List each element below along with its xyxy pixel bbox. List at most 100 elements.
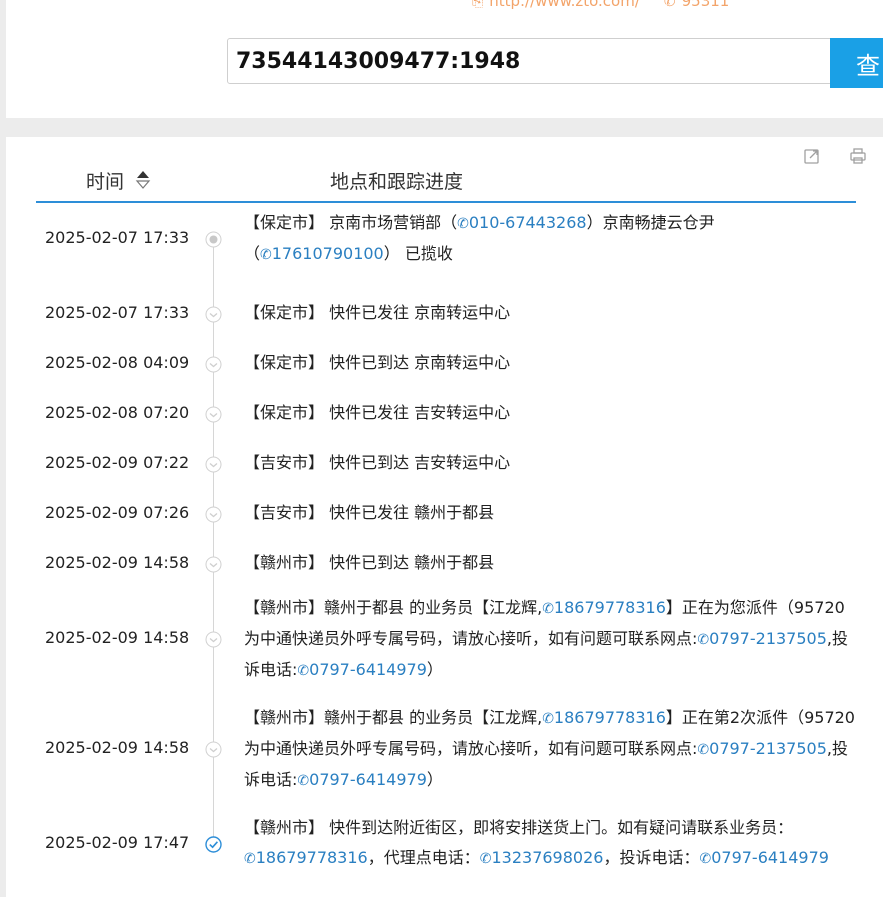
table-header: 时间 地点和跟踪进度 — [36, 161, 856, 203]
event-text: 【赣州市】 快件已到达 赣州于都县 — [244, 553, 495, 572]
phone-link[interactable]: ✆010-67443268 — [457, 213, 586, 232]
hotline-number[interactable]: 95311 — [682, 0, 730, 10]
search-button[interactable]: 查 — [830, 38, 883, 88]
event-text: 【吉安市】 快件已发往 赣州于都县 — [244, 503, 495, 522]
transit-status-icon — [205, 506, 222, 523]
transit-status-icon — [205, 631, 222, 648]
event-text: ，投诉电话： — [603, 848, 700, 867]
phone-number[interactable]: 18679778316 — [554, 598, 666, 617]
phone-icon: ✆ — [699, 851, 712, 867]
tracking-row: 2025-02-08 04:09 【保定市】 快件已到达 京南转运中心 — [6, 348, 883, 378]
search-panel: ⎘ http://www.zto.com/ ✆ 95311 — [6, 0, 883, 118]
phone-icon: ✆ — [260, 247, 272, 263]
event-description: 【赣州市】 快件到达附近街区，即将安排送货上门。如有疑问请联系业务员：✆1867… — [244, 813, 856, 874]
event-time: 2025-02-09 14:58 — [45, 553, 190, 572]
event-text: ） — [426, 660, 443, 679]
phone-icon: ✆ — [542, 711, 554, 727]
sort-icon[interactable] — [135, 168, 151, 192]
tracking-row: 2025-02-09 07:22 【吉安市】 快件已到达 吉安转运中心 — [6, 448, 883, 478]
phone-number[interactable]: 0797-6414979 — [309, 770, 427, 789]
phone-number[interactable]: 0797-2137505 — [709, 739, 827, 758]
event-time: 2025-02-09 07:22 — [45, 453, 190, 472]
phone-link[interactable]: ✆18679778316 — [542, 598, 666, 617]
tracking-row: 2025-02-07 17:33 【保定市】 快件已发往 京南转运中心 — [6, 298, 883, 328]
link-icon: ⎘ — [472, 0, 484, 10]
phone-number[interactable]: 010-67443268 — [469, 213, 587, 232]
phone-link[interactable]: ✆0797-6414979 — [297, 770, 426, 789]
event-time: 2025-02-09 14:58 — [45, 738, 190, 757]
phone-icon: ✆ — [457, 216, 469, 232]
phone-icon: ✆ — [479, 851, 492, 867]
event-text: ） — [426, 770, 443, 789]
phone-number[interactable]: 0797-2137505 — [709, 629, 827, 648]
event-description: 【赣州市】 快件已到达 赣州于都县 — [244, 548, 856, 578]
website-link[interactable]: http://www.zto.com/ — [489, 0, 640, 10]
event-text: ，代理点电话： — [367, 848, 480, 867]
event-description: 【保定市】 快件已到达 京南转运中心 — [244, 348, 856, 378]
tracking-row: 2025-02-08 07:20 【保定市】 快件已发往 吉安转运中心 — [6, 398, 883, 428]
phone-number[interactable]: 18679778316 — [554, 708, 666, 727]
event-time: 2025-02-09 17:47 — [45, 833, 190, 852]
event-text: ） 已揽收 — [383, 244, 453, 263]
collected-status-icon — [205, 231, 222, 248]
tracking-row: 2025-02-09 14:58 【赣州市】赣州于都县 的业务员【江龙辉,✆186… — [6, 703, 883, 793]
tracking-row: 2025-02-09 17:47 【赣州市】 快件到达附近街区，即将安排送货上门。… — [6, 813, 883, 873]
event-description: 【吉安市】 快件已到达 吉安转运中心 — [244, 448, 856, 478]
event-time: 2025-02-09 07:26 — [45, 503, 190, 522]
phone-link[interactable]: ✆18679778316 — [244, 848, 368, 867]
phone-number[interactable]: 18679778316 — [256, 848, 368, 867]
event-description: 【保定市】 快件已发往 京南转运中心 — [244, 298, 856, 328]
phone-link[interactable]: ✆0797-6414979 — [699, 848, 828, 867]
phone-icon: ✆ — [663, 0, 676, 10]
event-time: 2025-02-09 14:58 — [45, 628, 190, 647]
tracking-number-input[interactable] — [228, 39, 834, 83]
event-time: 2025-02-08 04:09 — [45, 353, 190, 372]
event-text: 【赣州市】赣州于都县 的业务员【江龙辉, — [244, 708, 543, 727]
phone-link[interactable]: ✆0797-6414979 — [297, 660, 426, 679]
phone-icon: ✆ — [297, 663, 310, 679]
tracking-row: 2025-02-09 14:58 【赣州市】赣州于都县 的业务员【江龙辉,✆186… — [6, 593, 883, 683]
time-column-header[interactable]: 时间 — [86, 167, 124, 194]
event-time: 2025-02-07 17:33 — [45, 228, 190, 247]
contact-bar: ⎘ http://www.zto.com/ ✆ 95311 — [472, 0, 729, 14]
event-description: 【赣州市】赣州于都县 的业务员【江龙辉,✆18679778316】正在第2次派件… — [244, 703, 856, 796]
transit-status-icon — [205, 456, 222, 473]
tracking-row: 2025-02-09 07:26 【吉安市】 快件已发往 赣州于都县 — [6, 498, 883, 528]
event-description: 【保定市】 快件已发往 吉安转运中心 — [244, 398, 856, 428]
search-box — [227, 38, 835, 84]
phone-link[interactable]: ✆17610790100 — [260, 244, 384, 263]
tracking-result-panel: 时间 地点和跟踪进度 2025-02-07 17:33 【保定市】 京南市场营销部… — [6, 137, 883, 897]
phone-number[interactable]: 0797-6414979 — [309, 660, 427, 679]
phone-icon: ✆ — [542, 601, 554, 617]
transit-status-icon — [205, 741, 222, 758]
event-text: 【保定市】 京南市场营销部（ — [244, 213, 458, 232]
place-column-header: 地点和跟踪进度 — [330, 171, 464, 193]
tracking-row: 2025-02-07 17:33 【保定市】 京南市场营销部（✆010-67443… — [6, 208, 883, 268]
phone-number[interactable]: 13237698026 — [491, 848, 603, 867]
event-time: 2025-02-07 17:33 — [45, 303, 190, 322]
transit-status-icon — [205, 306, 222, 323]
event-text: 【保定市】 快件已发往 京南转运中心 — [244, 303, 511, 322]
event-text: 【保定市】 快件已发往 吉安转运中心 — [244, 403, 511, 422]
transit-status-icon — [205, 356, 222, 373]
tracking-row: 2025-02-09 14:58 【赣州市】 快件已到达 赣州于都县 — [6, 548, 883, 578]
phone-number[interactable]: 17610790100 — [272, 244, 384, 263]
delivering-status-icon — [205, 836, 222, 853]
phone-number[interactable]: 0797-6414979 — [711, 848, 829, 867]
event-description: 【吉安市】 快件已发往 赣州于都县 — [244, 498, 856, 528]
phone-link[interactable]: ✆0797-2137505 — [697, 629, 826, 648]
transit-status-icon — [205, 556, 222, 573]
phone-icon: ✆ — [697, 632, 710, 648]
transit-status-icon — [205, 406, 222, 423]
event-text: 【吉安市】 快件已到达 吉安转运中心 — [244, 453, 511, 472]
event-text: 【保定市】 快件已到达 京南转运中心 — [244, 353, 511, 372]
phone-link[interactable]: ✆0797-2137505 — [697, 739, 826, 758]
event-description: 【赣州市】赣州于都县 的业务员【江龙辉,✆18679778316】正在为您派件（… — [244, 593, 856, 686]
event-description: 【保定市】 京南市场营销部（✆010-67443268）京南畅捷云仓尹（✆176… — [244, 208, 856, 270]
phone-link[interactable]: ✆13237698026 — [480, 848, 604, 867]
phone-icon: ✆ — [697, 742, 710, 758]
phone-icon: ✆ — [244, 851, 256, 867]
event-text: 【赣州市】赣州于都县 的业务员【江龙辉, — [244, 598, 543, 617]
event-text: 【赣州市】 快件到达附近街区，即将安排送货上门。如有疑问请联系业务员： — [244, 818, 794, 837]
phone-link[interactable]: ✆18679778316 — [542, 708, 666, 727]
